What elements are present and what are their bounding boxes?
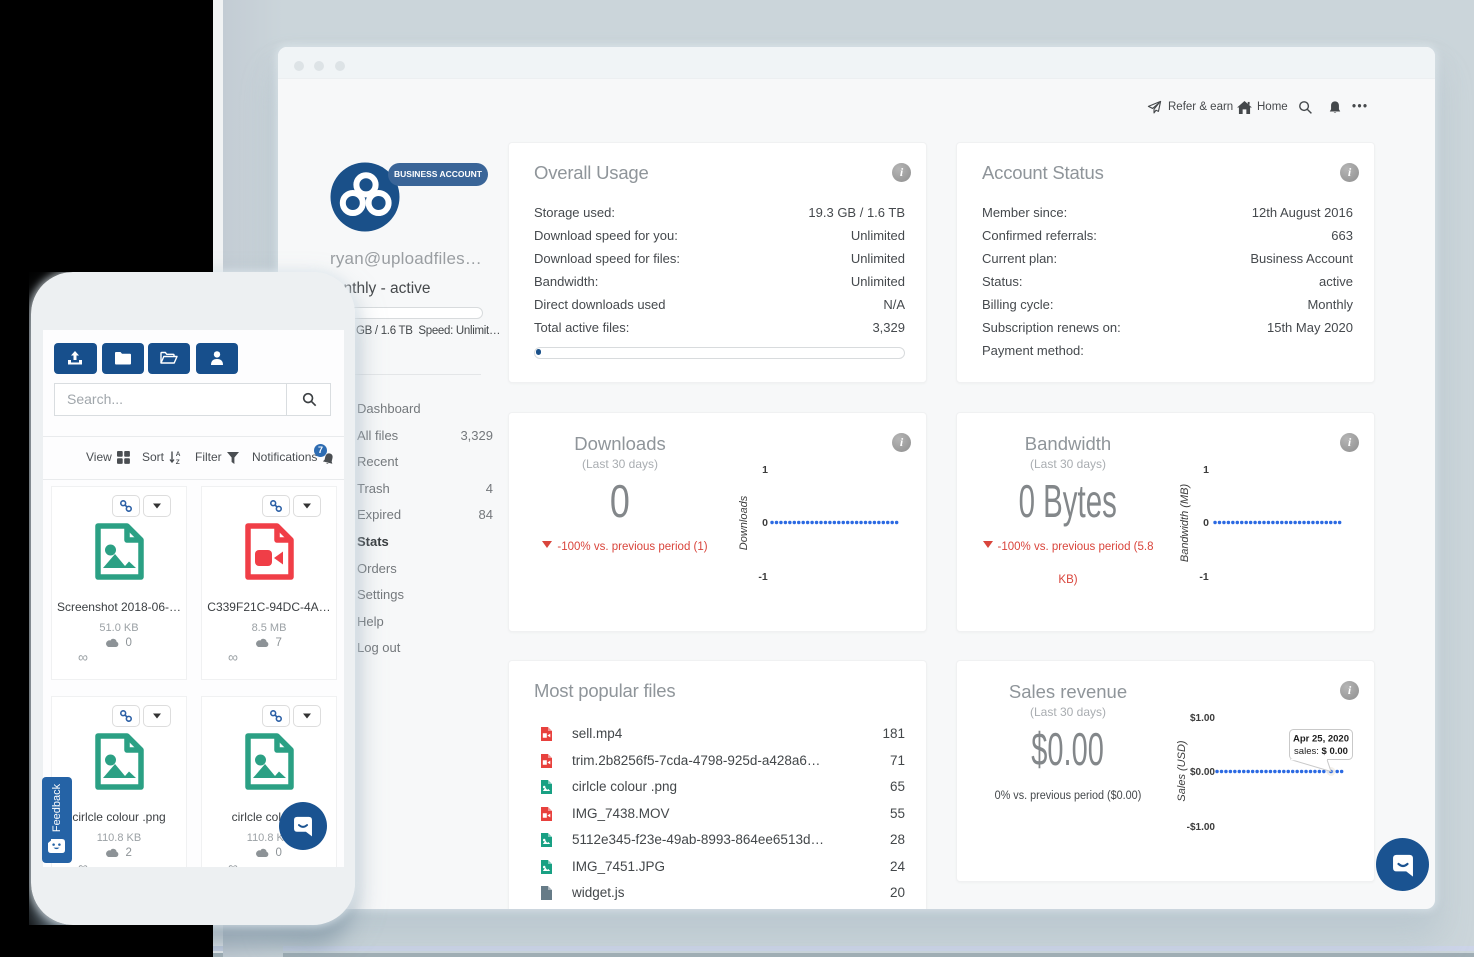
- svg-text:Z: Z: [176, 459, 180, 465]
- svg-text:0: 0: [762, 517, 768, 529]
- svg-text:$0.00: $0.00: [1190, 767, 1215, 778]
- svg-text:Apr 25, 2020: Apr 25, 2020: [1293, 734, 1349, 745]
- svg-text:-1: -1: [758, 571, 767, 583]
- svg-text:1: 1: [1203, 464, 1209, 476]
- svg-text:$1.00: $1.00: [1190, 713, 1215, 724]
- svg-text:sales: $ 0.00: sales: $ 0.00: [1294, 746, 1348, 757]
- svg-text:-$1.00: -$1.00: [1187, 822, 1216, 833]
- svg-text:A: A: [176, 451, 181, 458]
- svg-text:1: 1: [762, 464, 768, 476]
- svg-text:0: 0: [1203, 517, 1209, 529]
